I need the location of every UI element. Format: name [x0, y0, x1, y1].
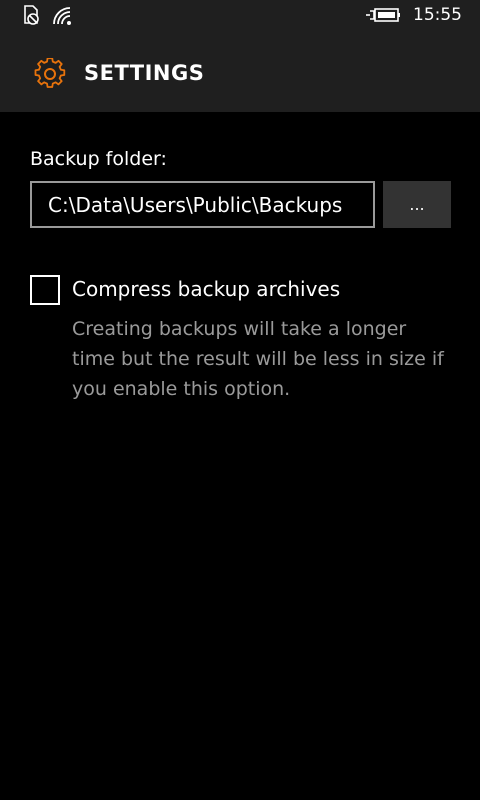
page-title: SETTINGS: [84, 61, 205, 85]
gear-icon: [34, 58, 66, 88]
compress-description: Creating backups will take a longer time…: [72, 318, 444, 400]
clock: 15:55: [413, 5, 462, 25]
battery-charging-icon: [366, 8, 400, 22]
app-header: SETTINGS: [0, 32, 480, 112]
status-left-icons: [22, 4, 76, 26]
wifi-signal-icon: [53, 7, 71, 25]
compress-label[interactable]: Compress backup archives: [72, 277, 340, 301]
backup-folder-input[interactable]: [30, 181, 375, 228]
status-right: 15:55: [365, 5, 462, 25]
status-bar: 15:55: [0, 0, 480, 32]
notification-blocked-icon: [24, 5, 39, 25]
backup-folder-label: Backup folder:: [30, 148, 167, 170]
compress-checkbox[interactable]: [30, 275, 60, 305]
browse-folder-button[interactable]: ...: [383, 181, 451, 228]
